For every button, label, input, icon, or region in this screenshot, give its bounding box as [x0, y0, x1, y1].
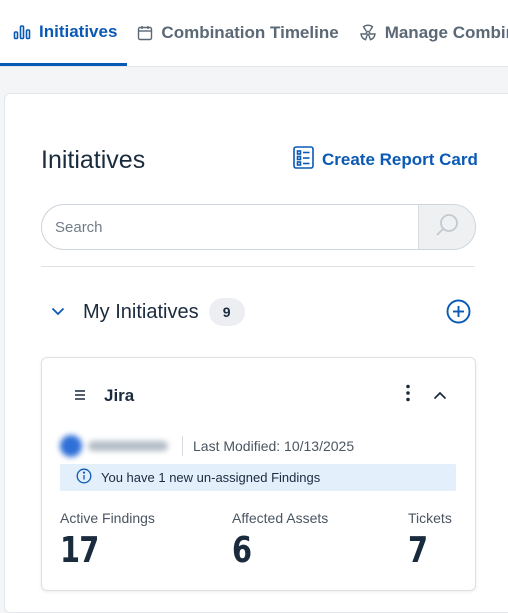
chevron-down-icon [51, 303, 65, 321]
section-title: My Initiatives [83, 300, 199, 323]
owner-avatar-blurred [60, 435, 168, 457]
kebab-menu-icon [405, 384, 411, 407]
stat-label: Tickets [408, 510, 452, 526]
stat-label: Affected Assets [232, 510, 329, 526]
initiative-card: Jira Last Modified: 10/13/2025 You have … [41, 357, 476, 591]
plus-circle-icon [446, 299, 471, 328]
unassigned-findings-notice: You have 1 new un-assigned Findings [60, 464, 456, 491]
stat-tickets[interactable]: Tickets 7 [408, 510, 452, 571]
more-options-button[interactable] [405, 384, 411, 407]
tab-bar: Initiatives Combination Timeline Manage … [0, 0, 508, 67]
create-report-card-button[interactable]: Create Report Card [293, 146, 478, 174]
drag-handle[interactable] [74, 387, 86, 405]
tab-label: Manage Combinations [384, 23, 508, 42]
add-initiative-button[interactable] [446, 299, 471, 329]
tab-label: Initiatives [39, 21, 118, 41]
chevron-up-icon [433, 387, 447, 405]
calendar-icon [137, 25, 153, 41]
last-modified: Last Modified: 10/13/2025 [193, 438, 355, 454]
card-title: Jira [104, 386, 135, 405]
stat-affected-assets[interactable]: Affected Assets 6 [232, 510, 328, 571]
card-meta: Last Modified: 10/13/2025 [60, 434, 354, 458]
card-header: Jira [74, 386, 134, 406]
tab-combination-timeline[interactable]: Combination Timeline [127, 0, 348, 66]
divider [41, 266, 475, 267]
stat-value: 7 [408, 530, 428, 571]
owner-name-redacted [88, 441, 168, 451]
info-icon [76, 468, 92, 487]
report-card-icon [293, 146, 314, 174]
stat-label: Active Findings [60, 510, 155, 526]
bar-chart-icon [13, 24, 31, 40]
collapse-card-button[interactable] [433, 387, 447, 405]
stat-value: 6 [232, 530, 252, 571]
initiatives-panel: Initiatives Create Report Card Search My… [4, 93, 508, 613]
search-button[interactable] [418, 205, 475, 249]
my-initiatives-header: My Initiatives 9 [51, 297, 471, 327]
meta-separator [182, 436, 183, 456]
tab-initiatives[interactable]: Initiatives [0, 0, 128, 66]
stat-value: 17 [60, 530, 99, 571]
tab-manage-combinations[interactable]: Manage Combinations [349, 0, 508, 66]
count-badge: 9 [208, 298, 245, 326]
create-report-card-label: Create Report Card [322, 150, 478, 169]
radiation-icon [359, 24, 377, 42]
search-bar [41, 204, 476, 250]
collapse-section-button[interactable] [51, 303, 65, 321]
avatar [60, 435, 82, 457]
search-input[interactable] [42, 205, 418, 249]
drag-handle-icon [74, 387, 86, 405]
stat-active-findings[interactable]: Active Findings 17 [60, 510, 155, 571]
tab-label: Combination Timeline [161, 23, 339, 42]
notice-text: You have 1 new un-assigned Findings [101, 470, 321, 485]
search-icon [434, 212, 460, 243]
page-title: Initiatives [41, 146, 146, 174]
card-actions [405, 384, 447, 407]
